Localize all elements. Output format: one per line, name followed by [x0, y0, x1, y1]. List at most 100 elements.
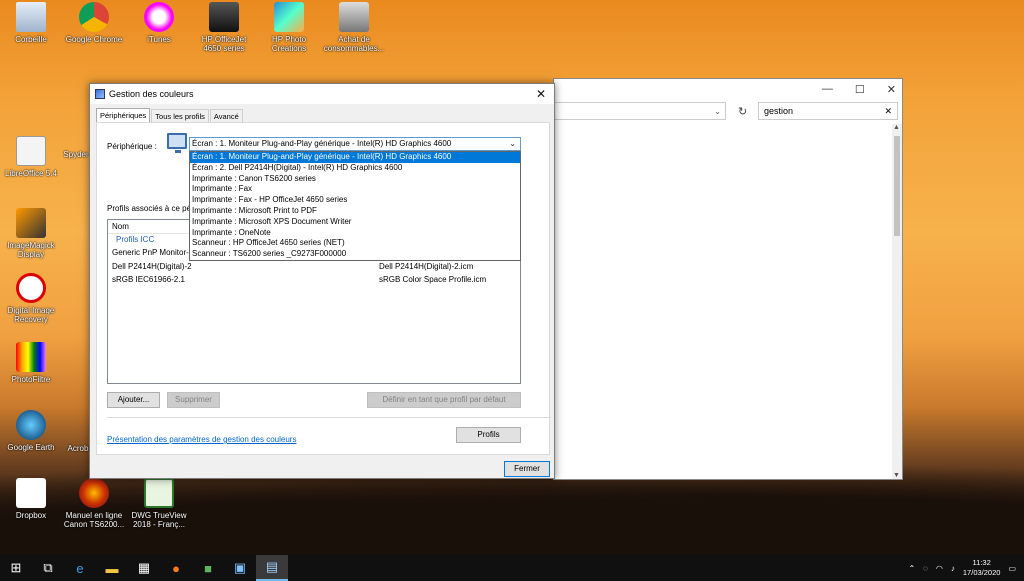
desktop-icon-itunes[interactable]: iTunes [128, 2, 190, 44]
desktop-icon-hp-photo[interactable]: HP Photo Creations [258, 2, 320, 53]
maximize-button[interactable]: ☐ [855, 83, 865, 96]
chevron-down-icon[interactable]: ⌄ [714, 107, 721, 116]
desktop-icon-achat[interactable]: Achat de consommables... [323, 2, 385, 53]
recovery-cross-icon [16, 273, 46, 303]
start-windows-icon[interactable]: ⊞ [0, 555, 32, 581]
clear-search-icon[interactable]: ✕ [884, 106, 892, 117]
dialog-close-icon[interactable]: ✕ [536, 87, 546, 101]
firefox-icon[interactable]: ● [160, 555, 192, 581]
search-input[interactable]: gestion ✕ [758, 102, 898, 120]
recycle-bin-icon [16, 2, 46, 32]
wifi-icon[interactable]: ◠ [936, 564, 943, 573]
desktop-icon-hp-officejet[interactable]: HP OfficeJet 4650 series [193, 2, 255, 53]
shopping-printer-icon [339, 2, 369, 32]
desktop-icon-digital-recovery[interactable]: Digital Image Recovery [0, 273, 62, 324]
tab-avance[interactable]: Avancé [209, 109, 243, 122]
color-management-icon [95, 89, 105, 99]
chrome-icon [79, 2, 109, 32]
desktop-icon-dropbox[interactable]: Dropbox [0, 478, 62, 520]
set-default-profile-button[interactable]: Définir en tant que profil par défaut [367, 392, 521, 408]
desktop-icon-google-earth[interactable]: Google Earth [0, 410, 62, 452]
device-option[interactable]: Scanneur : TS6200 series _C9273F000000 [190, 249, 520, 260]
scroll-down-icon[interactable]: ▼ [893, 472, 900, 479]
profile-file: Dell P2414H(Digital)-2.icm [379, 261, 474, 271]
volume-icon[interactable]: ♪ [951, 564, 955, 573]
device-option[interactable]: Écran : 2. Dell P2414H(Digital) - Intel(… [190, 163, 520, 174]
device-option[interactable]: Imprimante : Microsoft XPS Document Writ… [190, 217, 520, 228]
taskbar: ⊞ ⧉ e ▬ ▦ ● ■ ▣ ▤ ⌃ ◌ ◠ ♪ 11:32 17/03/20… [0, 555, 1024, 581]
color-management-taskbar-icon[interactable]: ▤ [256, 555, 288, 581]
table-row[interactable]: Dell P2414H(Digital)-2 Dell P2414H(Digit… [108, 260, 520, 274]
device-selected-value: Écran : 1. Moniteur Plug-and-Play généri… [192, 139, 452, 148]
printer-icon [209, 2, 239, 32]
photofiltre-icon [16, 342, 46, 372]
photo-creations-icon [274, 2, 304, 32]
device-dropdown-list[interactable]: Écran : 1. Moniteur Plug-and-Play généri… [189, 151, 521, 261]
profile-file: sRGB Color Space Profile.icm [379, 275, 487, 284]
table-row[interactable]: sRGB IEC61966-2.1 sRGB Color Space Profi… [108, 273, 520, 287]
network-icon[interactable]: ◌ [923, 564, 928, 573]
add-button[interactable]: Ajouter... [107, 392, 160, 408]
clock-date: 17/03/2020 [962, 568, 1001, 577]
close-button[interactable]: ✕ [887, 83, 896, 96]
desktop-icon-canon-manual[interactable]: Manuel en ligne Canon TS6200... [63, 478, 125, 529]
libreoffice-icon [16, 136, 46, 166]
device-option[interactable]: Scanneur : HP OfficeJet 4650 series (NET… [190, 238, 520, 249]
desktop-icon-chrome[interactable]: Google Chrome [63, 2, 125, 44]
dwg-trueview-icon [144, 478, 174, 508]
explorer-scrollbar[interactable]: ▲ ▼ [892, 124, 902, 479]
search-value: gestion [764, 106, 794, 116]
tab-tous-les-profils[interactable]: Tous les profils [151, 109, 209, 122]
chevron-down-icon[interactable]: ⌄ [509, 138, 516, 150]
desktop-icon-dwg-trueview[interactable]: DWG TrueView 2018 - Franç... [128, 478, 190, 529]
device-select[interactable]: Écran : 1. Moniteur Plug-and-Play généri… [189, 137, 521, 151]
desktop-icon-libreoffice[interactable]: LibreOffice 5.4 [0, 136, 62, 178]
task-view-icon[interactable]: ⧉ [32, 555, 64, 581]
desktop-icon-imagemagick[interactable]: ImageMagick Display [0, 208, 62, 259]
file-explorer-icon[interactable]: ▬ [96, 555, 128, 581]
clock[interactable]: 11:32 17/03/2020 [963, 558, 1001, 578]
device-option[interactable]: Imprimante : Canon TS6200 series [190, 174, 520, 185]
clock-time: 11:32 [972, 558, 991, 567]
color-settings-overview-link[interactable]: Présentation des paramètres de gestion d… [107, 435, 296, 444]
device-label: Périphérique : [107, 142, 157, 151]
device-option[interactable]: Imprimante : Fax [190, 184, 520, 195]
tab-panel: Périphérique : Écran : 1. Moniteur Plug-… [96, 122, 551, 455]
device-option[interactable]: Imprimante : Microsoft Print to PDF [190, 206, 520, 217]
app-icon[interactable]: ■ [192, 555, 224, 581]
separator [107, 417, 551, 418]
notification-icon[interactable]: ▭ [1008, 564, 1016, 573]
minimize-button[interactable]: — [822, 83, 833, 95]
monitor-icon [167, 133, 187, 153]
refresh-icon[interactable]: ↻ [738, 105, 747, 118]
google-earth-icon [16, 410, 46, 440]
desktop-icon-photofiltre[interactable]: PhotoFiltre [0, 342, 62, 384]
close-dialog-button[interactable]: Fermer [504, 461, 550, 477]
address-bar[interactable]: ⌄ [554, 102, 726, 120]
scroll-up-icon[interactable]: ▲ [893, 124, 900, 131]
firefox-icon [79, 478, 109, 508]
profile-name: sRGB IEC61966-2.1 [112, 275, 185, 284]
dropbox-icon [16, 478, 46, 508]
device-option[interactable]: Imprimante : OneNote [190, 228, 520, 239]
associated-profiles-label: Profils associés à ce pér [107, 204, 194, 213]
dialog-tabs: Périphériques Tous les profils Avancé [96, 108, 244, 122]
edge-icon[interactable]: e [64, 555, 96, 581]
imagemagick-icon [16, 208, 46, 238]
device-option[interactable]: Imprimante : Fax - HP OfficeJet 4650 ser… [190, 195, 520, 206]
itunes-icon [144, 2, 174, 32]
device-option[interactable]: Écran : 1. Moniteur Plug-and-Play généri… [190, 152, 520, 163]
profiles-button[interactable]: Profils [456, 427, 521, 443]
desktop-icon-recycle-bin[interactable]: Corbeille [0, 2, 62, 44]
color-management-dialog[interactable]: Gestion des couleurs ✕ Périphériques Tou… [89, 83, 555, 479]
tab-peripheriques[interactable]: Périphériques [96, 108, 151, 122]
scroll-thumb[interactable] [894, 136, 900, 236]
system-tray: ⌃ ◌ ◠ ♪ 11:32 17/03/2020 ▭ [908, 555, 1016, 581]
profile-name: Dell P2414H(Digital)-2 [112, 261, 192, 271]
dialog-titlebar: Gestion des couleurs [90, 84, 554, 104]
remove-button[interactable]: Supprimer [167, 392, 220, 408]
explorer-window[interactable]: — ☐ ✕ ⌄ ↻ gestion ✕ ▲ ▼ [553, 78, 903, 480]
remote-desktop-icon[interactable]: ▣ [224, 555, 256, 581]
store-icon[interactable]: ▦ [128, 555, 160, 581]
people-icon[interactable]: ⌃ [908, 564, 915, 573]
